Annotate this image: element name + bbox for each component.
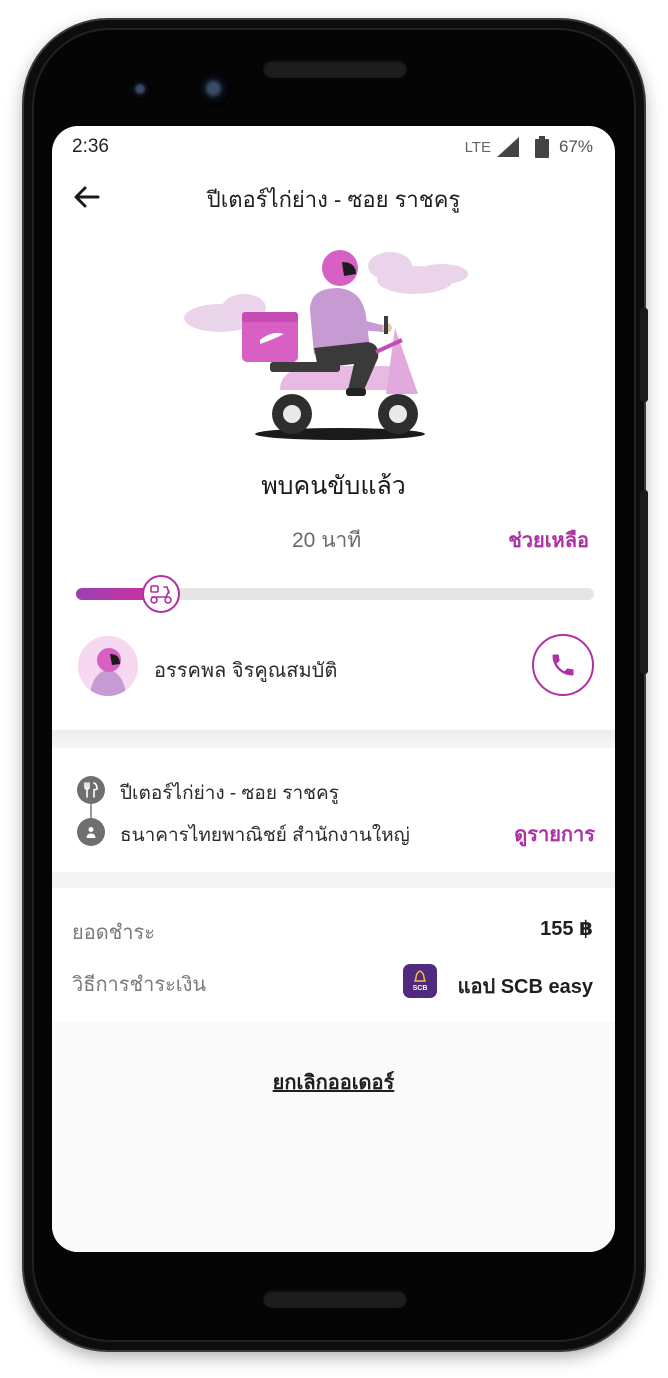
driver-scooter-illustration [184,250,468,440]
pickup-location: ปีเตอร์ไก่ย่าง - ซอย ราชครู [120,783,339,804]
battery-icon [534,136,549,158]
eta-text: 20 นาที [292,529,362,552]
status-indicators: LTE 67% [465,136,593,158]
route-section: ปีเตอร์ไก่ย่าง - ซอย ราชครู ธนาคารไทยพาณ… [52,748,615,872]
phone-icon [552,654,574,676]
bottom-area: ยกเลิกออเดอร์ [52,1022,615,1252]
front-sensor-icon [199,74,231,106]
payment-section: ยอดชำระ 155 ฿ วิธีการชำระเงิน SCB แอป SC… [52,888,615,1022]
driver-avatar-image [78,636,138,696]
section-divider [52,730,615,748]
app-screen: 2:36 LTE 67% ปีเตอร์ไก่ย่าง - ซอย ราชครู [52,126,615,1252]
signal-icon [496,137,519,157]
section-divider-2 [52,872,615,888]
page-title: ปีเตอร์ไก่ย่าง - ซอย ราชครู [206,187,461,212]
payment-method-value: แอป SCB easy [457,976,593,998]
total-value: 155 ฿ [540,918,593,940]
top-speaker [263,60,407,78]
total-label: ยอดชำระ [72,922,156,944]
call-driver-button[interactable] [532,634,594,696]
delivery-progress-bar [76,575,594,613]
app-header: ปีเตอร์ไก่ย่าง - ซอย ราชครู [52,170,615,226]
scb-icon-text: SCB [412,985,428,992]
view-order-details-link[interactable]: ดูรายการ [514,818,595,850]
volume-button [640,490,648,674]
dropoff-location: ธนาคารไทยพาณิชย์ สำนักงานใหญ่ [120,825,410,846]
driver-name: อรรคพล จิรคูณสมบัติ [154,660,338,682]
person-icon [77,818,105,846]
scooter-icon [150,585,172,604]
driver-row: อรรคพล จิรคูณสมบัติ [76,632,594,702]
payment-method-label: วิธีการชำระเงิน [72,974,207,996]
status-time: 2:36 [72,136,109,157]
network-label: LTE [464,138,491,156]
status-bar: 2:36 LTE 67% [52,126,615,166]
bottom-speaker [263,1290,407,1308]
front-camera-icon [131,80,151,100]
cancel-order-link[interactable]: ยกเลิกออเดอร์ [52,1066,615,1098]
scooter-progress-knob [141,575,180,613]
driver-avatar [78,636,138,696]
restaurant-icon [77,776,105,804]
power-button [640,308,648,402]
order-status-title: พบคนขับแล้ว [261,472,406,500]
battery-level: 67% [558,137,593,156]
help-link[interactable]: ช่วยเหลือ [508,524,589,556]
scb-app-icon: SCB [403,964,437,998]
